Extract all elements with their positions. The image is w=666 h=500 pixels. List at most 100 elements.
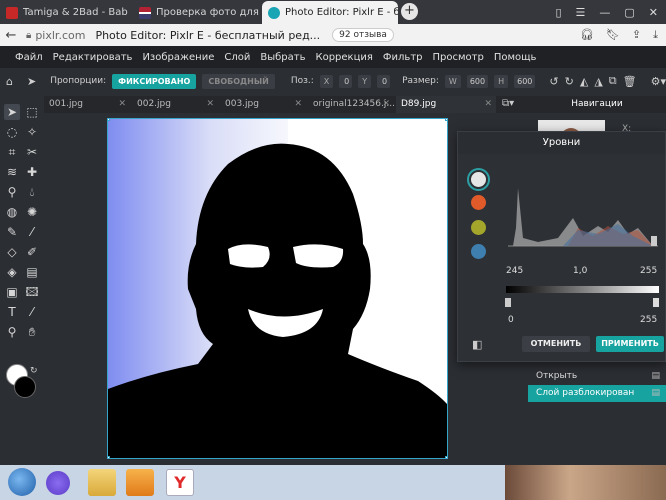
height-input[interactable]: 600 — [514, 74, 536, 88]
apply-button[interactable]: ПРИМЕНИТЬ — [596, 336, 664, 352]
arrange-tool-icon[interactable]: ➤ — [4, 104, 20, 120]
trash-icon[interactable]: 🗑︎ — [623, 75, 637, 88]
browser-tab-tamiga[interactable]: Tamiga & 2Bad - Bab — [0, 1, 132, 24]
swap-colors-icon[interactable]: ↻ — [30, 366, 38, 376]
menu-image[interactable]: Изображение — [142, 52, 214, 63]
eyedropper-icon[interactable]: ⁄ — [24, 304, 40, 320]
pencil-tool-icon[interactable]: ✐ — [24, 244, 40, 260]
menu-edit[interactable]: Редактировать — [53, 52, 133, 63]
channel-red-button[interactable] — [471, 195, 486, 210]
fixed-button[interactable]: ФИКСИРОВАНО — [112, 73, 197, 89]
bookmark-icon[interactable]: 🔖︎ — [606, 28, 620, 42]
alice-icon[interactable] — [46, 471, 70, 495]
background-color-swatch[interactable] — [14, 376, 36, 398]
fill-tool-icon[interactable]: ◈ — [4, 264, 20, 280]
heal-tool-icon[interactable]: ✚ — [24, 164, 40, 180]
headphones-icon[interactable]: 🎧︎ — [580, 28, 594, 42]
resize-handle[interactable] — [445, 456, 447, 458]
settings-icon[interactable]: ⚙▾ — [651, 75, 666, 88]
clone-stamp-icon[interactable]: ⚲ — [4, 184, 20, 200]
download-icon[interactable]: ⤓ — [653, 28, 658, 42]
tab-list-icon[interactable]: ⧉▾ — [502, 98, 514, 109]
text-tool-icon[interactable]: T — [4, 304, 20, 320]
doc-tab-001[interactable]: 001.jpg ✕ — [44, 96, 130, 113]
cutout-tool-icon[interactable]: ✂ — [24, 144, 40, 160]
yandex-browser-icon[interactable]: Y — [166, 469, 194, 496]
flip-vertical-icon[interactable]: ◮ — [594, 75, 602, 88]
start-button[interactable] — [8, 468, 36, 496]
menu-filter[interactable]: Фильтр — [383, 52, 423, 63]
doc-tab-d89[interactable]: D89.jpg ✕ — [396, 96, 496, 113]
photo-canvas[interactable] — [107, 118, 448, 459]
resize-handle[interactable] — [108, 456, 110, 458]
resize-handle[interactable] — [445, 119, 447, 121]
tab-title: Проверка фото для DV-20 — [156, 7, 261, 18]
hand-tool-icon[interactable]: ✋︎ — [24, 324, 40, 340]
browser-tab-photo-check[interactable]: Проверка фото для DV-20 — [133, 1, 261, 24]
close-icon[interactable]: ✕ — [206, 96, 214, 113]
back-icon[interactable]: ← — [0, 28, 22, 43]
close-icon[interactable]: ✕ — [294, 96, 302, 113]
flip-horizontal-icon[interactable]: ◭ — [580, 75, 588, 88]
doc-tab-002[interactable]: 002.jpg ✕ — [132, 96, 218, 113]
explorer-icon[interactable] — [88, 469, 116, 496]
browser-tab-pixlr[interactable]: Photo Editor: Pixlr E - бе ✕ — [262, 1, 398, 24]
menu-file[interactable]: Файл — [15, 52, 43, 63]
brush-tool-icon[interactable]: ⁄ — [24, 224, 40, 240]
gradient-tool-icon[interactable]: ▤ — [24, 264, 40, 280]
crop-tool-icon[interactable]: ⌗ — [4, 144, 20, 160]
resize-handle[interactable] — [108, 119, 110, 121]
close-icon[interactable]: ✕ — [382, 96, 390, 113]
rotate-right-icon[interactable]: ↻ — [565, 75, 574, 88]
history-item-open[interactable]: Открыть ▤ — [528, 368, 666, 385]
share-icon[interactable]: ⇪ — [632, 28, 641, 42]
zoom-tool-icon[interactable]: ⚲ — [4, 324, 20, 340]
dodge-tool-icon[interactable]: ✺ — [24, 204, 40, 220]
eraser-tool-icon[interactable]: ◇ — [4, 244, 20, 260]
marquee-tool-icon[interactable]: ⬚ — [24, 104, 40, 120]
close-window-icon[interactable]: ✕ — [649, 6, 658, 19]
close-icon[interactable]: ✕ — [484, 96, 492, 113]
compare-icon[interactable]: ◧ — [472, 338, 482, 351]
magic-wand-icon[interactable]: ✧ — [24, 124, 40, 140]
menu-adjustment[interactable]: Коррекция — [315, 52, 372, 63]
lasso-tool-icon[interactable]: ◌ — [4, 124, 20, 140]
menu-icon[interactable]: ☰ — [576, 6, 586, 19]
history-item-layer-unlocked[interactable]: Слой разблокирован ▤ — [528, 385, 666, 402]
cancel-button[interactable]: ОТМЕНИТЬ — [522, 336, 590, 352]
media-player-icon[interactable] — [126, 469, 154, 496]
output-min-slider[interactable] — [505, 298, 511, 307]
rotate-left-icon[interactable]: ↺ — [549, 75, 558, 88]
free-button[interactable]: СВОБОДНЫЙ — [202, 73, 275, 89]
doc-tab-original[interactable]: original123456.j... ✕ — [308, 96, 394, 113]
channel-green-button[interactable] — [471, 220, 486, 235]
liquify-tool-icon[interactable]: ≋ — [4, 164, 20, 180]
width-input[interactable]: 600 — [466, 74, 489, 88]
color-replace-icon[interactable]: ✎ — [4, 224, 20, 240]
channel-rgb-button[interactable] — [467, 168, 490, 191]
w-label: W — [444, 74, 461, 88]
sponge-tool-icon[interactable]: ◍ — [4, 204, 20, 220]
bookmarks-icon[interactable]: ▯ — [555, 6, 561, 19]
close-icon[interactable]: ✕ — [118, 96, 126, 113]
menu-select[interactable]: Выбрать — [260, 52, 305, 63]
blur-tool-icon[interactable]: 💧︎ — [24, 184, 40, 200]
pointer-icon[interactable]: ➤ — [27, 75, 36, 88]
menu-layer[interactable]: Слой — [224, 52, 250, 63]
duplicate-icon[interactable]: ⧉ — [609, 74, 617, 88]
y-input[interactable]: 0 — [377, 74, 391, 88]
output-max-slider[interactable] — [653, 298, 659, 307]
channel-blue-button[interactable] — [471, 244, 486, 259]
doc-tab-003[interactable]: 003.jpg ✕ — [220, 96, 306, 113]
menu-help[interactable]: Помощь — [494, 52, 537, 63]
x-input[interactable]: 0 — [339, 74, 353, 88]
reviews-badge[interactable]: 92 отзыва — [332, 28, 394, 42]
home-icon[interactable]: ⌂ — [6, 75, 13, 88]
minimize-icon[interactable]: — — [599, 6, 610, 19]
maximize-icon[interactable]: ▢ — [624, 6, 634, 19]
add-image-icon[interactable]: 🖾︎ — [24, 284, 40, 300]
shape-tool-icon[interactable]: ▣ — [4, 284, 20, 300]
menu-view[interactable]: Просмотр — [433, 52, 484, 63]
url-box[interactable]: 🔒︎ pixlr.com — [26, 26, 85, 44]
new-tab-button[interactable]: + — [401, 3, 418, 20]
